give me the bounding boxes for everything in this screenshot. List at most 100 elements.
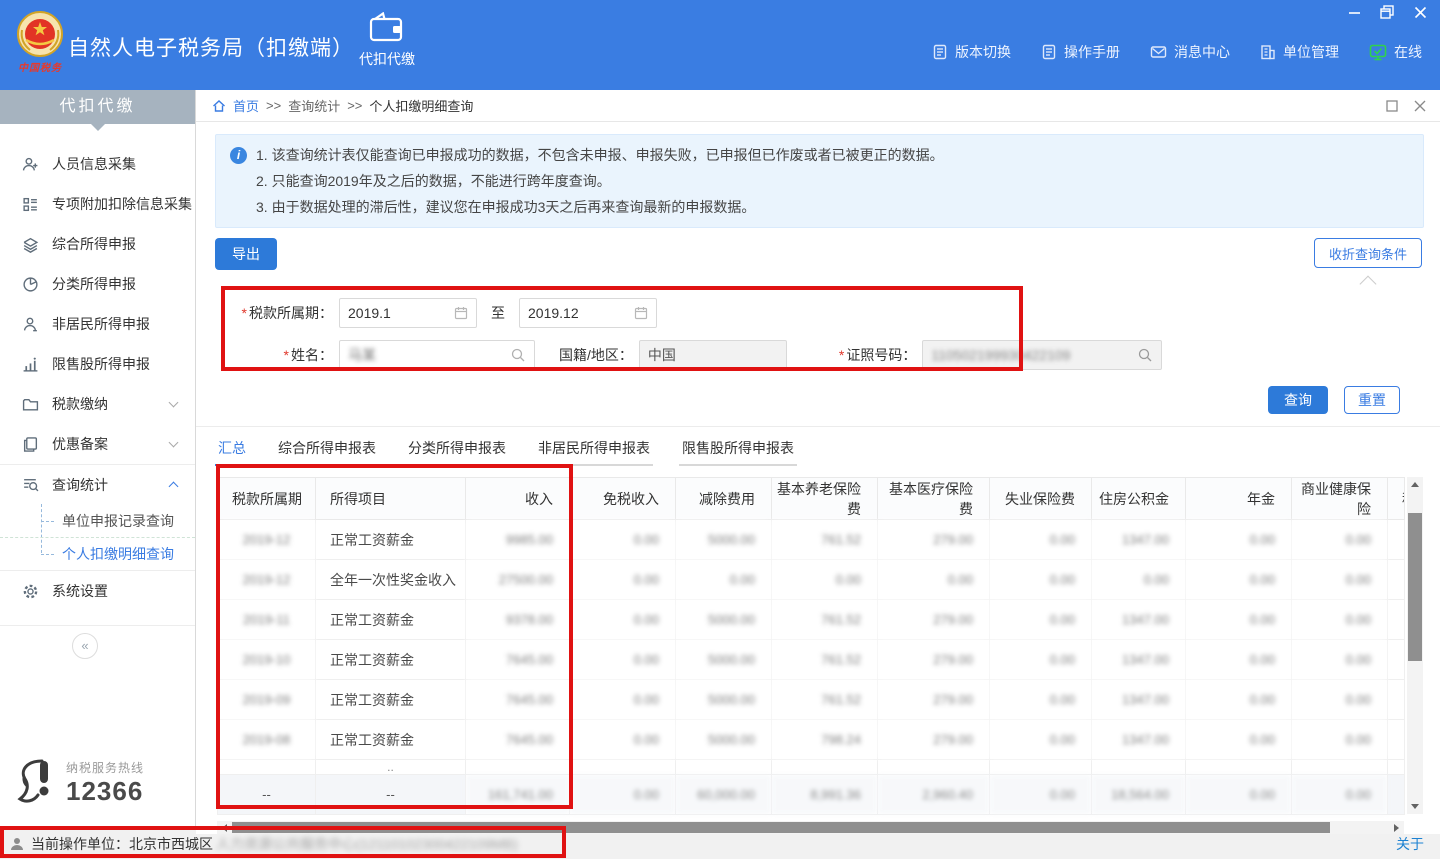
cell-income-item: 正常工资薪金 — [316, 600, 466, 640]
minimize-button[interactable] — [1346, 4, 1362, 20]
col-header-deduction: 减除费用 — [676, 478, 772, 520]
horizontal-scroll-thumb[interactable] — [232, 822, 1330, 833]
maximize-tab-icon[interactable] — [1386, 100, 1398, 112]
scroll-down-arrow-icon[interactable] — [1407, 800, 1423, 814]
period-from-input[interactable]: 2019.1 — [339, 298, 477, 328]
scroll-right-arrow-icon[interactable] — [1390, 821, 1404, 834]
national-emblem-icon — [16, 10, 64, 58]
cell-amount: 0.00 — [1292, 520, 1388, 560]
export-button[interactable]: 导出 — [215, 238, 277, 270]
cell-period: 2019-09 — [218, 680, 316, 720]
menu-online-status[interactable]: 在线 — [1369, 42, 1422, 62]
person-icon — [22, 316, 39, 333]
sidebar-item-label: 系统设置 — [52, 581, 108, 601]
about-link[interactable]: 关于 — [1396, 834, 1424, 854]
table-row[interactable]: 2019-09正常工资薪金7645.000.005000.00761.52279… — [218, 680, 1405, 720]
cell-amount-total: 161,741.00 — [466, 775, 570, 815]
sidebar-item-comprehensive-income[interactable]: 综合所得申报 — [0, 224, 195, 264]
breadcrumb-level2: 个人扣缴明细查询 — [369, 96, 473, 115]
table-total-row: ----161,741.000.0060,000.008,991.362,960… — [218, 775, 1405, 815]
menu-version-switch[interactable]: 版本切换 — [932, 42, 1011, 62]
cell-amount: 0.00 — [1186, 520, 1292, 560]
cell-amount-total: 60,000.00 — [676, 775, 772, 815]
tab-nonresident-income[interactable]: 非居民所得申报表 — [535, 436, 653, 466]
person-plus-icon — [22, 156, 39, 173]
name-input[interactable]: 马某 — [339, 340, 535, 370]
sidebar-subitem-label: 单位申报记录查询 — [62, 511, 174, 531]
collapse-query-button[interactable]: 收折查询条件 — [1314, 238, 1422, 268]
reset-button[interactable]: 重置 — [1344, 386, 1400, 414]
sidebar-item-query-statistics[interactable]: 查询统计 — [0, 464, 195, 504]
cell-income-item: 正常工资薪金 — [316, 640, 466, 680]
result-table-zone: 税款所属期 所得项目 收入 免税收入 减除费用 基本养老保险费 基本医疗保险费 … — [217, 477, 1440, 815]
sidebar-item-classified-income[interactable]: 分类所得申报 — [0, 264, 195, 304]
vertical-scroll-thumb[interactable] — [1408, 513, 1422, 661]
module-tab-daikou-daijiao[interactable]: 代扣代缴 — [348, 12, 426, 69]
menu-operation-manual[interactable]: 操作手册 — [1041, 42, 1120, 62]
table-row[interactable]: 2019-08正常工资薪金7645.000.005000.00798.24279… — [218, 720, 1405, 760]
cell-amount: 0.00 — [990, 600, 1092, 640]
col-header-cutoff: 税 — [1388, 478, 1405, 520]
menu-item-label: 版本切换 — [955, 42, 1011, 62]
vertical-scrollbar[interactable] — [1407, 477, 1423, 814]
folder-icon — [22, 396, 39, 413]
scroll-left-arrow-icon[interactable] — [217, 821, 231, 834]
restore-button[interactable] — [1379, 4, 1395, 20]
home-icon — [212, 99, 226, 113]
sidebar-item-nonresident-income[interactable]: 非居民所得申报 — [0, 304, 195, 344]
query-form: *税款所属期： 2019.1 至 2019.1 — [215, 298, 1440, 370]
table-row[interactable]: 2019-11正常工资薪金9378.000.005000.00761.52279… — [218, 600, 1405, 640]
cell-period: 2019-10 — [218, 640, 316, 680]
hotline-number: 12366 — [66, 776, 144, 807]
sidebar-item-label: 限售股所得申报 — [52, 354, 150, 374]
cell-income-item: 正常工资薪金 — [316, 520, 466, 560]
sidebar-item-special-deduction[interactable]: 专项附加扣除信息采集 — [0, 184, 195, 224]
horizontal-scrollbar[interactable] — [217, 821, 1404, 834]
col-header-period: 税款所属期 — [218, 478, 316, 520]
sidebar-item-personnel-info[interactable]: 人员信息采集 — [0, 144, 195, 184]
scroll-up-arrow-icon[interactable] — [1407, 477, 1423, 491]
table-row[interactable]: 2019-12正常工资薪金9985.000.005000.00761.52279… — [218, 520, 1405, 560]
module-tab-label: 代扣代缴 — [359, 49, 415, 69]
breadcrumb-home[interactable]: 首页 — [233, 96, 259, 115]
tab-comprehensive-income[interactable]: 综合所得申报表 — [275, 436, 379, 466]
search-list-icon — [22, 476, 39, 493]
cell-amount: 0.00 — [990, 560, 1092, 600]
nationality-input[interactable]: 中国 — [639, 340, 787, 370]
user-icon — [10, 837, 24, 851]
table-row[interactable]: 2019-10正常工资薪金7645.000.005000.00761.52279… — [218, 640, 1405, 680]
menu-message-center[interactable]: 消息中心 — [1150, 42, 1230, 62]
cell-cutoff — [1388, 600, 1405, 640]
period-to-input[interactable]: 2019.12 — [519, 298, 657, 328]
sidebar-item-tax-payment[interactable]: 税款缴纳 — [0, 384, 195, 424]
breadcrumb: 首页 >> 查询统计 >> 个人扣缴明细查询 — [196, 90, 1440, 122]
calendar-icon — [634, 306, 648, 320]
tab-restricted-shares[interactable]: 限售股所得申报表 — [679, 436, 797, 466]
menu-unit-management[interactable]: 单位管理 — [1260, 42, 1339, 62]
cell-period: 2019-12 — [218, 560, 316, 600]
sidebar-subitem-unit-declaration-query[interactable]: 单位申报记录查询 — [0, 504, 195, 537]
section-divider — [196, 426, 1440, 427]
id-number-input[interactable]: 110502199930422109 — [922, 340, 1162, 370]
sidebar-subitem-personal-withholding-query[interactable]: 个人扣缴明细查询 — [0, 537, 195, 570]
result-table: 税款所属期 所得项目 收入 免税收入 减除费用 基本养老保险费 基本医疗保险费 … — [217, 477, 1405, 815]
tab-summary[interactable]: 汇总 — [215, 436, 249, 466]
calendar-icon — [454, 306, 468, 320]
close-button[interactable] — [1412, 4, 1428, 20]
cell-item-total: -- — [316, 775, 466, 815]
sidebar-item-system-settings[interactable]: 系统设置 — [0, 571, 195, 611]
close-tab-icon[interactable] — [1414, 100, 1426, 112]
cell-period: 2019-08 — [218, 720, 316, 760]
close-icon — [1414, 6, 1427, 19]
nationality-label: 国籍/地区： — [559, 345, 633, 365]
query-button[interactable]: 查询 — [1268, 386, 1328, 414]
sidebar-collapse-button[interactable]: « — [72, 633, 98, 659]
table-row[interactable]: 2019-12全年一次性奖金收入27500.000.000.000.000.00… — [218, 560, 1405, 600]
sidebar-header-caret — [91, 124, 105, 138]
tab-classified-income[interactable]: 分类所得申报表 — [405, 436, 509, 466]
sidebar-item-restricted-shares[interactable]: 限售股所得申报 — [0, 344, 195, 384]
top-header: 中国税务 自然人电子税务局（扣缴端） 代扣代缴 版本切换 — [0, 0, 1440, 90]
online-icon — [1369, 44, 1387, 61]
sidebar-item-preferential-filing[interactable]: 优惠备案 — [0, 424, 195, 464]
sidebar-item-label: 人员信息采集 — [52, 154, 136, 174]
